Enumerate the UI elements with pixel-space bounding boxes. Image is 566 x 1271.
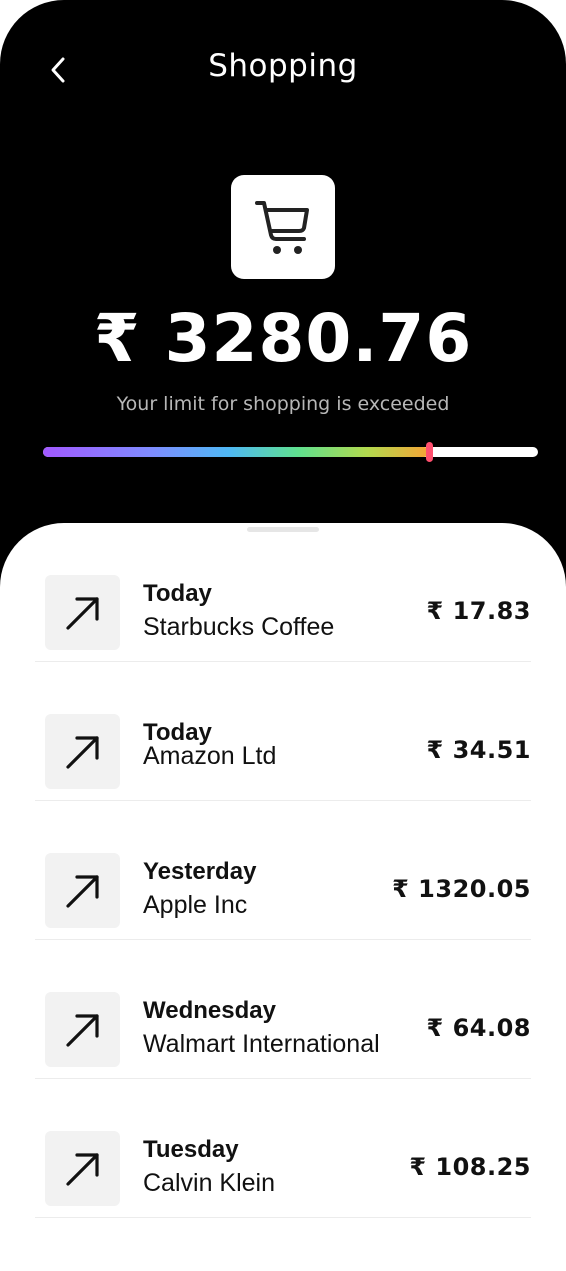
transactions-sheet: Today Starbucks Coffee ₹ 17.83 Today Amazon …	[0, 523, 566, 1271]
transaction-icon-tile	[45, 1131, 120, 1206]
arrow-up-right-icon	[65, 1013, 99, 1047]
limit-message: Your limit for shopping is exceeded	[116, 393, 450, 415]
transaction-amount: ₹ 17.83	[426, 597, 531, 625]
transaction-row[interactable]: Today Amazon Ltd ₹ 34.51	[35, 662, 531, 801]
arrow-up-right-icon	[65, 596, 99, 630]
category-icon-tile	[231, 175, 335, 279]
transaction-day: Tuesday	[143, 1136, 239, 1163]
progress-marker	[426, 442, 434, 462]
transaction-icon-tile	[45, 992, 120, 1067]
arrow-up-right-icon	[65, 1152, 99, 1186]
page-title: Shopping	[208, 48, 358, 84]
progress-fill	[43, 447, 430, 457]
transaction-row[interactable]: Tuesday Calvin Klein ₹ 108.25	[35, 1079, 531, 1218]
transaction-row[interactable]: Wednesday Walmart International ₹ 64.08	[35, 940, 531, 1079]
arrow-up-right-icon	[65, 735, 99, 769]
transaction-row[interactable]: Today Starbucks Coffee ₹ 17.83	[35, 523, 531, 662]
transaction-merchant: Apple Inc	[143, 891, 248, 919]
transaction-icon-tile	[45, 853, 120, 928]
transaction-day: Wednesday	[143, 997, 276, 1024]
transaction-amount: ₹ 64.08	[426, 1014, 531, 1042]
total-amount: ₹ 3280.76	[93, 300, 473, 377]
arrow-up-right-icon	[65, 874, 99, 908]
transaction-merchant: Amazon Ltd	[143, 742, 277, 770]
transaction-amount: ₹ 34.51	[426, 736, 531, 764]
transaction-amount: ₹ 1320.05	[392, 875, 531, 903]
transaction-icon-tile	[45, 714, 120, 789]
transaction-day: Yesterday	[143, 858, 257, 885]
spending-progress-bar	[43, 442, 538, 462]
header-panel: Shopping ₹ 3280.76 Your limit for shoppi…	[0, 0, 566, 600]
shopping-cart-icon	[255, 201, 309, 254]
transaction-merchant: Starbucks Coffee	[143, 613, 335, 641]
transaction-icon-tile	[45, 575, 120, 650]
transaction-merchant: Calvin Klein	[143, 1169, 276, 1197]
transaction-row[interactable]: Yesterday Apple Inc ₹ 1320.05	[35, 801, 531, 940]
transaction-amount: ₹ 108.25	[409, 1153, 531, 1181]
transaction-day: Today	[143, 580, 212, 607]
